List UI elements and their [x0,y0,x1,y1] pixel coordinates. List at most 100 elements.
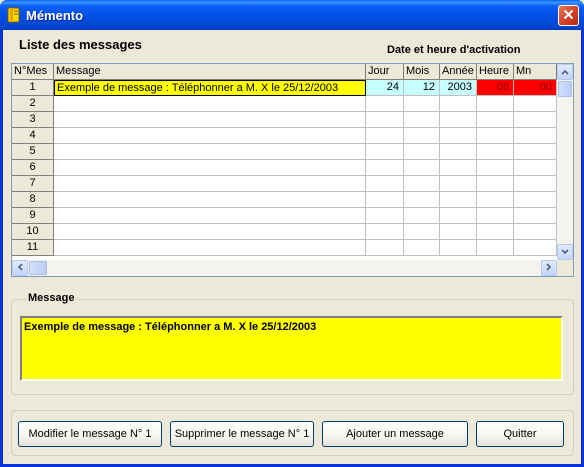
cell-jour[interactable] [366,128,404,144]
message-text[interactable]: Exemple de message : Téléphonner a M. X … [20,316,563,381]
table-row[interactable]: 11 [12,240,557,256]
header-mois[interactable]: Mois [404,64,440,80]
cell-jour[interactable] [366,240,404,256]
cell-mois[interactable]: 12 [404,80,440,96]
scroll-up-button[interactable] [557,64,573,80]
cell-message[interactable] [54,96,366,112]
cell-jour[interactable] [366,208,404,224]
table-row[interactable]: 5 [12,144,557,160]
cell-mois[interactable] [404,96,440,112]
cell-jour[interactable] [366,224,404,240]
cell-annee[interactable] [440,176,477,192]
table-row[interactable]: 3 [12,112,557,128]
cell-annee[interactable] [440,208,477,224]
header-heure[interactable]: Heure [477,64,514,80]
cell-heure[interactable] [477,240,514,256]
row-number[interactable]: 1 [12,80,54,96]
vertical-scrollbar[interactable] [557,64,573,260]
cell-jour[interactable] [366,112,404,128]
row-number[interactable]: 6 [12,160,54,176]
cell-annee[interactable] [440,112,477,128]
cell-mois[interactable] [404,112,440,128]
cell-heure[interactable] [477,208,514,224]
table-row[interactable]: 7 [12,176,557,192]
cell-annee[interactable]: 2003 [440,80,477,96]
scroll-right-button[interactable] [541,260,557,276]
cell-heure[interactable] [477,160,514,176]
cell-mn[interactable] [514,240,557,256]
cell-mois[interactable] [404,208,440,224]
cell-jour[interactable] [366,192,404,208]
header-num[interactable]: N°Mes [12,64,54,80]
row-number[interactable]: 11 [12,240,54,256]
cell-jour[interactable]: 24 [366,80,404,96]
header-jour[interactable]: Jour [366,64,404,80]
cell-mn[interactable] [514,176,557,192]
cell-mn[interactable] [514,144,557,160]
cell-mois[interactable] [404,144,440,160]
cell-annee[interactable] [440,192,477,208]
header-annee[interactable]: Année [440,64,477,80]
cell-message[interactable] [54,176,366,192]
cell-heure[interactable]: 08 [477,80,514,96]
cell-message[interactable] [54,208,366,224]
row-number[interactable]: 4 [12,128,54,144]
cell-message[interactable] [54,192,366,208]
cell-mois[interactable] [404,240,440,256]
scroll-left-button[interactable] [12,260,28,276]
row-number[interactable]: 3 [12,112,54,128]
cell-message[interactable] [54,144,366,160]
cell-heure[interactable] [477,96,514,112]
cell-mois[interactable] [404,224,440,240]
close-button[interactable] [558,5,579,26]
cell-heure[interactable] [477,224,514,240]
table-row[interactable]: 4 [12,128,557,144]
cell-heure[interactable] [477,192,514,208]
cell-mn[interactable] [514,208,557,224]
table-row[interactable]: 8 [12,192,557,208]
cell-mn[interactable] [514,160,557,176]
cell-mn[interactable]: 00 [514,80,557,96]
cell-jour[interactable] [366,160,404,176]
cell-annee[interactable] [440,240,477,256]
messages-grid[interactable]: N°Mes Message Jour Mois Année Heure Mn 1… [11,63,574,277]
cell-mn[interactable] [514,192,557,208]
cell-heure[interactable] [477,128,514,144]
cell-message[interactable]: Exemple de message : Téléphonner a M. X … [54,80,366,96]
cell-mois[interactable] [404,160,440,176]
delete-message-button[interactable]: Supprimer le message N° 1 [170,421,314,447]
table-row[interactable]: 6 [12,160,557,176]
cell-mois[interactable] [404,176,440,192]
vertical-scroll-thumb[interactable] [558,81,572,97]
cell-jour[interactable] [366,144,404,160]
cell-message[interactable] [54,128,366,144]
scroll-down-button[interactable] [557,244,573,260]
cell-annee[interactable] [440,224,477,240]
cell-mn[interactable] [514,96,557,112]
cell-heure[interactable] [477,112,514,128]
cell-jour[interactable] [366,96,404,112]
cell-mn[interactable] [514,112,557,128]
row-number[interactable]: 5 [12,144,54,160]
quit-button[interactable]: Quitter [476,421,564,447]
row-number[interactable]: 8 [12,192,54,208]
cell-mn[interactable] [514,224,557,240]
table-row[interactable]: 2 [12,96,557,112]
cell-message[interactable] [54,224,366,240]
cell-annee[interactable] [440,160,477,176]
cell-mn[interactable] [514,128,557,144]
row-number[interactable]: 10 [12,224,54,240]
cell-heure[interactable] [477,144,514,160]
title-bar[interactable]: Mémento [0,0,584,30]
header-mn[interactable]: Mn [514,64,557,80]
cell-mois[interactable] [404,128,440,144]
cell-annee[interactable] [440,96,477,112]
cell-heure[interactable] [477,176,514,192]
cell-message[interactable] [54,112,366,128]
modify-message-button[interactable]: Modifier le message N° 1 [18,421,162,447]
add-message-button[interactable]: Ajouter un message [322,421,468,447]
cell-jour[interactable] [366,176,404,192]
row-number[interactable]: 2 [12,96,54,112]
row-number[interactable]: 9 [12,208,54,224]
cell-annee[interactable] [440,144,477,160]
